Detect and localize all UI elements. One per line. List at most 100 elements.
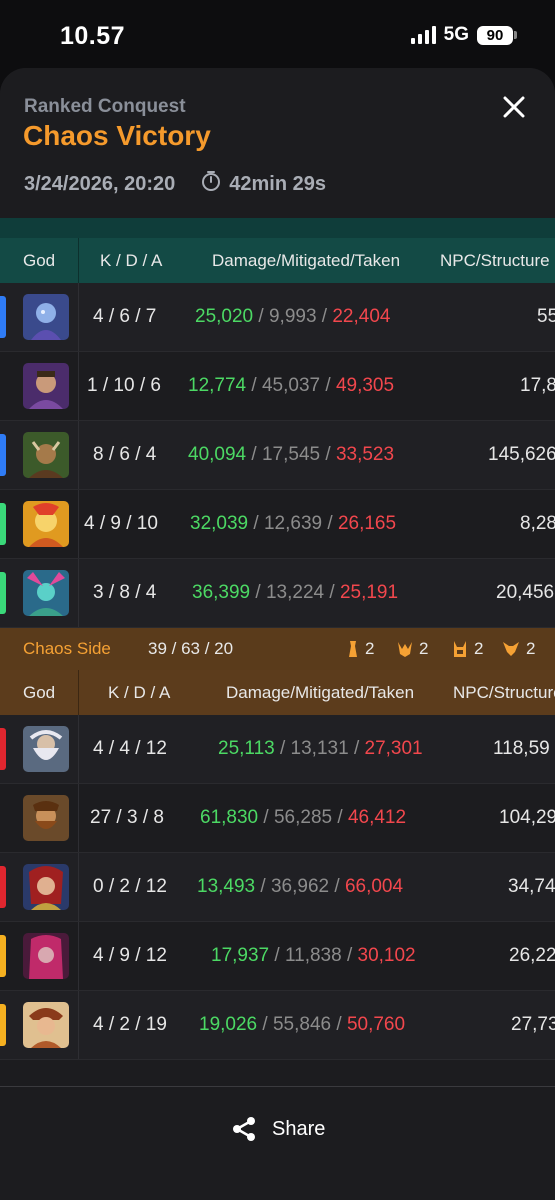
npc-value: 104,29 (499, 807, 555, 828)
table-row[interactable]: 27 / 3 / 8 61,830 / 56,285 / 46,412 104,… (0, 784, 555, 853)
role-bar (0, 866, 6, 908)
damage-stats: 25,113 / 13,131 / 27,301 (218, 738, 423, 759)
chaos-side-bar: Chaos Side 39 / 63 / 20 2 2 2 2 (0, 628, 555, 670)
close-icon (503, 96, 525, 118)
role-bar (0, 296, 6, 338)
status-indicators: 5G 90 (410, 24, 517, 46)
role-bar (0, 935, 6, 977)
role-bar (0, 572, 6, 614)
col-god: God (23, 683, 56, 702)
close-button[interactable] (501, 94, 527, 120)
table-row[interactable]: 0 / 2 / 12 13,493 / 36,962 / 66,004 34,7… (0, 853, 555, 922)
table-row[interactable]: 4 / 4 / 12 25,113 / 13,131 / 27,301 118,… (0, 715, 555, 784)
kda-value: 0 / 2 / 12 (93, 876, 167, 897)
god-avatar (23, 933, 69, 979)
status-time: 10.57 (60, 22, 126, 50)
kda-value: 3 / 8 / 4 (93, 582, 157, 603)
god-avatar (23, 726, 69, 772)
kda-value: 4 / 2 / 19 (93, 1014, 167, 1035)
phoenix-icon (398, 642, 412, 657)
npc-value: 34,74 (508, 876, 555, 897)
match-result: Chaos Victory (23, 120, 211, 151)
phoenix-objective: 2 (397, 628, 428, 670)
match-details-sheet: Order Side 20 / 37 / 36 2 0 2 0 God K / … (0, 68, 555, 1200)
damage-stats: 32,039 / 12,639 / 26,165 (190, 513, 397, 534)
god-avatar (23, 294, 69, 340)
share-icon (233, 1117, 255, 1141)
table-row[interactable]: 4 / 9 / 12 17,937 / 11,838 / 30,102 26,2… (0, 922, 555, 991)
kda-value: 1 / 10 / 6 (87, 375, 161, 396)
tower-objective: 2 (347, 628, 374, 670)
col-npc: NPC/Structure (453, 683, 555, 702)
npc-value: 27,73 (511, 1014, 555, 1035)
kda-value: 4 / 9 / 12 (93, 945, 167, 966)
npc-value: 8,28 (520, 513, 555, 534)
damage-stats: 12,774 / 45,037 / 49,305 (188, 375, 395, 396)
role-bar (0, 1004, 6, 1046)
damage-stats: 25,020 / 9,993 / 22,404 (195, 306, 391, 327)
match-mode: Ranked Conquest (24, 96, 186, 117)
timer-icon (201, 170, 221, 198)
damage-stats: 40,094 / 17,545 / 33,523 (188, 444, 395, 465)
damage-stats: 13,493 / 36,962 / 66,004 (197, 876, 404, 897)
npc-value: 17,8 (520, 375, 555, 396)
col-npc: NPC/Structure (440, 251, 550, 270)
god-avatar (23, 501, 69, 547)
table-row[interactable]: 3 / 8 / 4 36,399 / 13,224 / 25,191 20,45… (0, 559, 555, 628)
table-row[interactable]: 4 / 6 / 7 25,020 / 9,993 / 22,404 55 (0, 283, 555, 352)
match-meta: 3/24/2026, 20:20 42min 29s (24, 170, 326, 198)
chaos-table-header: God K / D / A Damage/Mitigated/Taken NPC… (0, 670, 555, 715)
network-label: 5G (443, 24, 469, 45)
damage-stats: 19,026 / 55,846 / 50,760 (199, 1014, 406, 1035)
kda-value: 27 / 3 / 8 (90, 807, 164, 828)
damage-stats: 36,399 / 13,224 / 25,191 (192, 582, 399, 603)
kda-value: 4 / 4 / 12 (93, 738, 167, 759)
npc-value: 20,456 (496, 582, 555, 603)
god-avatar (23, 864, 69, 910)
npc-value: 145,626 (488, 444, 555, 465)
table-row[interactable]: 4 / 2 / 19 19,026 / 55,846 / 50,760 27,7… (0, 991, 555, 1060)
kda-value: 4 / 6 / 7 (93, 306, 157, 327)
order-table-header: God K / D / A Damage/Mitigated/Taken NPC… (0, 238, 555, 283)
damage-stats: 17,937 / 11,838 / 30,102 (211, 945, 416, 966)
footer: Share (0, 1086, 555, 1200)
chaos-side-kda: 39 / 63 / 20 (148, 639, 234, 658)
god-avatar (23, 363, 69, 409)
table-row[interactable]: 4 / 9 / 10 32,039 / 12,639 / 26,165 8,28 (0, 490, 555, 559)
battery-icon: 90 (477, 25, 517, 45)
col-damage: Damage/Mitigated/Taken (226, 683, 415, 702)
scoreboard[interactable]: Order Side 20 / 37 / 36 2 0 2 0 God K / … (0, 213, 555, 1060)
chaos-side-label: Chaos Side (23, 639, 111, 658)
role-bar (0, 503, 6, 545)
god-avatar (23, 1002, 69, 1048)
kda-value: 8 / 6 / 4 (93, 444, 157, 465)
god-avatar (23, 795, 69, 841)
npc-value: 26,22 (509, 945, 555, 966)
damage-stats: 61,830 / 56,285 / 46,412 (200, 807, 407, 828)
buff-objective: 2 (502, 628, 535, 670)
tower-icon (349, 641, 357, 657)
match-header: Ranked Conquest Chaos Victory 3/24/2026,… (0, 68, 555, 218)
kda-value: 4 / 9 / 10 (84, 513, 158, 534)
match-datetime: 3/24/2026, 20:20 (24, 172, 176, 195)
share-label: Share (272, 1117, 326, 1140)
col-kda: K / D / A (108, 683, 171, 702)
col-kda: K / D / A (100, 251, 163, 270)
col-god: God (23, 251, 56, 270)
table-row[interactable]: 1 / 10 / 6 12,774 / 45,037 / 49,305 17,8 (0, 352, 555, 421)
god-avatar (23, 432, 69, 478)
npc-value: 118,59 (493, 738, 550, 759)
npc-value: 55 (537, 306, 555, 327)
titan-icon (454, 641, 466, 657)
signal-icon (410, 26, 436, 44)
role-bar (0, 728, 6, 770)
titan-objective: 2 (452, 628, 483, 670)
table-row[interactable]: 8 / 6 / 4 40,094 / 17,545 / 33,523 145,6… (0, 421, 555, 490)
god-avatar (23, 570, 69, 616)
share-button[interactable]: Share (230, 1115, 325, 1143)
col-damage: Damage/Mitigated/Taken (212, 251, 401, 270)
role-bar (0, 434, 6, 476)
battery-level: 90 (477, 25, 513, 45)
match-duration: 42min 29s (229, 172, 326, 195)
fire-giant-icon (503, 642, 519, 656)
